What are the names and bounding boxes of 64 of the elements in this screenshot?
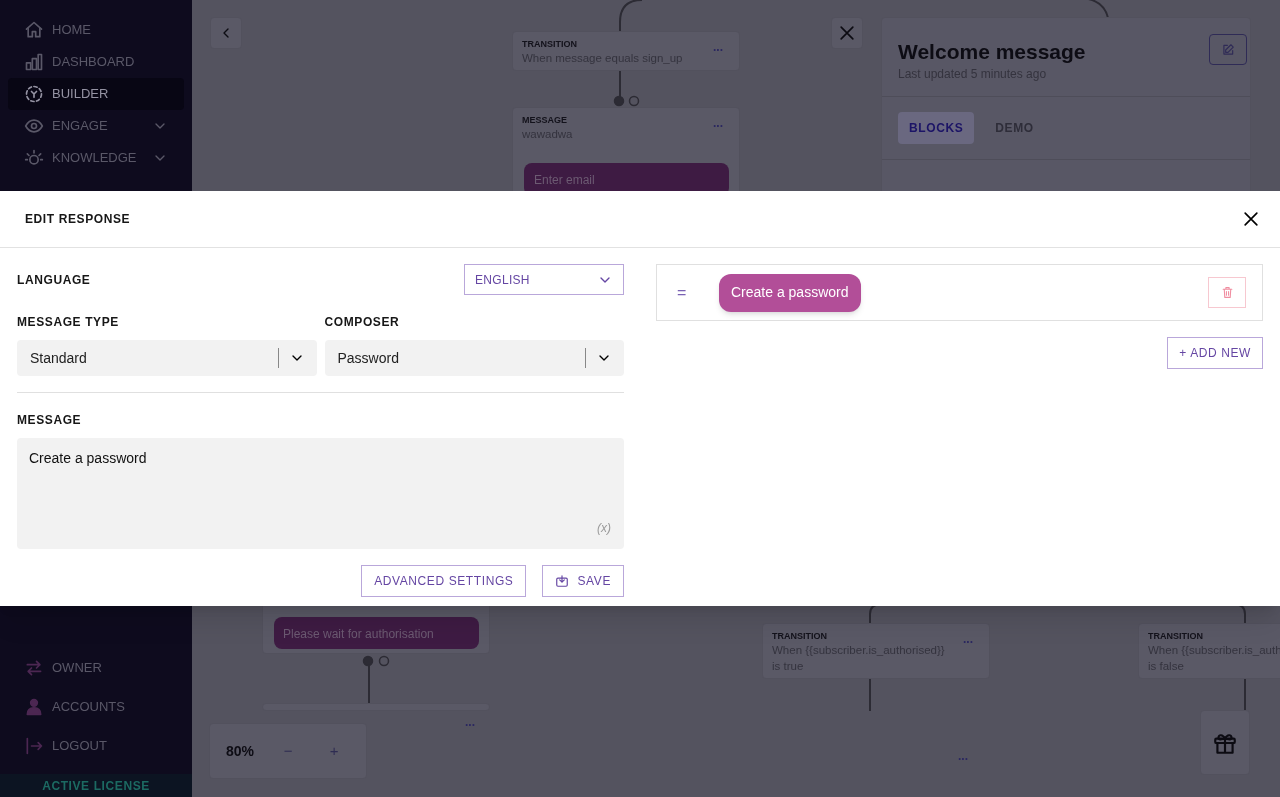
swap-arrows-icon	[24, 658, 44, 678]
message-bubble: Please wait for authorisation	[274, 617, 479, 649]
message-bubble: Create a password	[719, 273, 861, 312]
sidebar-item[interactable]: ENGAGE	[8, 110, 184, 142]
dropdown-field[interactable]: Standard	[17, 340, 317, 376]
download-tray-icon	[555, 574, 570, 588]
more-menu[interactable]: ...	[713, 117, 723, 129]
field-label: MESSAGE TYPE	[17, 314, 120, 331]
delete-button[interactable]	[1208, 277, 1246, 308]
bar-chart-icon	[24, 52, 44, 72]
dashed-circle-icon	[24, 84, 44, 104]
edit-button[interactable]	[1209, 34, 1247, 65]
more-menu[interactable]: ...	[958, 750, 968, 762]
gift-button[interactable]	[1200, 710, 1250, 775]
field-label: LANGUAGE	[17, 271, 91, 289]
dialog-title: EDIT RESPONSE	[25, 211, 131, 228]
zoom-in-button[interactable]: +	[324, 739, 345, 763]
zoom-level: 80%	[226, 741, 255, 761]
connector-handle[interactable]	[628, 95, 640, 107]
add-new-button[interactable]: + ADD NEW	[1167, 337, 1263, 369]
language-select[interactable]: ENGLISH	[464, 264, 624, 295]
zoom-out-button[interactable]: −	[278, 739, 299, 763]
connector-line	[619, 0, 643, 32]
logout-icon	[24, 736, 44, 756]
sidebar-item[interactable]: BUILDER	[8, 78, 184, 110]
connector-handle[interactable]	[362, 655, 374, 667]
trash-icon	[1220, 286, 1234, 299]
panel-title: Welcome message	[898, 39, 1086, 65]
connector-line	[1244, 678, 1246, 712]
dropdown-field[interactable]: Password	[324, 340, 624, 376]
license-label: ACTIVE LICENSE	[42, 777, 150, 795]
eye-icon	[24, 116, 44, 136]
more-menu[interactable]: ...	[465, 716, 475, 728]
edit-icon	[1221, 42, 1235, 57]
message-text: Create a password	[29, 449, 147, 468]
close-icon	[837, 23, 857, 43]
node-title: TRANSITION	[1148, 630, 1203, 643]
more-menu[interactable]: ...	[713, 41, 723, 53]
person-icon	[24, 697, 44, 717]
back-button[interactable]	[210, 17, 242, 49]
save-button[interactable]: SAVE	[542, 565, 624, 597]
connector-handle[interactable]	[613, 95, 625, 107]
panel-tab[interactable]: BLOCKS	[898, 112, 975, 144]
close-icon	[1241, 209, 1261, 229]
sidebar-item[interactable]: DASHBOARD	[8, 46, 184, 78]
sidebar-item[interactable]: ACCOUNTS	[8, 691, 184, 723]
connector-handle[interactable]	[378, 655, 390, 667]
more-menu[interactable]: ...	[963, 633, 973, 645]
message-field[interactable]: Create a password (x)	[17, 438, 624, 549]
field-label: COMPOSER	[324, 314, 401, 331]
node-title: TRANSITION	[772, 630, 827, 643]
field-label: MESSAGE	[17, 412, 83, 429]
sidebar-item[interactable]: LOGOUT	[8, 730, 184, 762]
node-title: MESSAGE	[522, 114, 567, 127]
sidebar-item[interactable]: HOME	[8, 14, 184, 46]
sidebar-item[interactable]: OWNER	[8, 652, 184, 684]
sun-icon	[24, 148, 44, 168]
node-title: TRANSITION	[522, 38, 577, 51]
drag-handle[interactable]: =	[677, 280, 693, 305]
home-icon	[24, 20, 44, 40]
connector-line	[869, 678, 871, 712]
advanced-settings-button[interactable]: ADVANCED SETTINGS	[361, 565, 527, 597]
sidebar-item[interactable]: KNOWLEDGE	[8, 142, 184, 174]
variable-icon[interactable]: (x)	[597, 519, 611, 537]
